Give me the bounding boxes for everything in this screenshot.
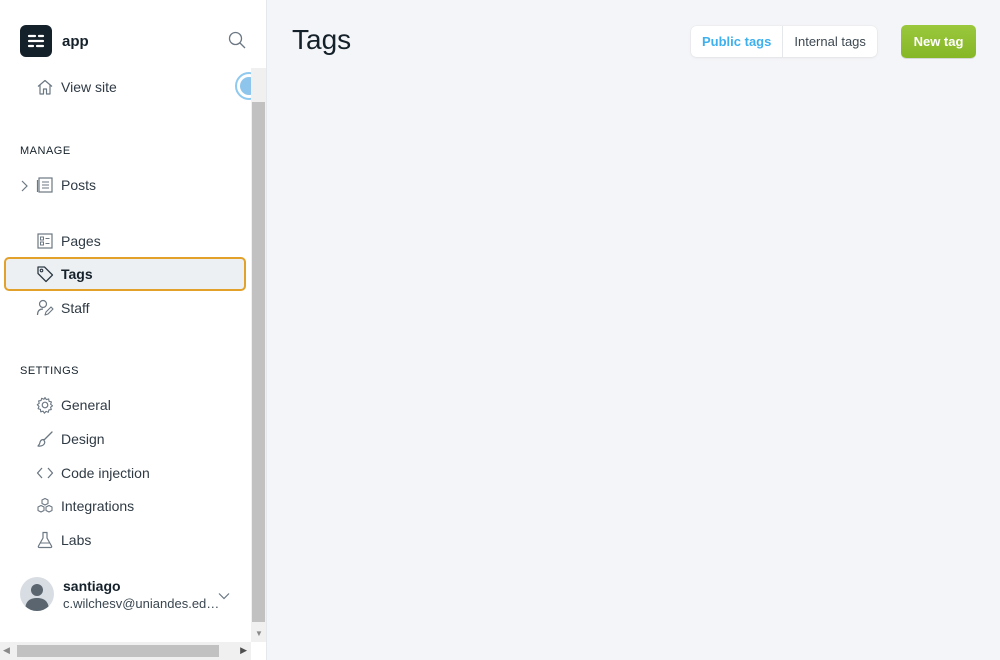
scroll-left-arrow-icon[interactable]: ◀	[3, 645, 10, 656]
chevron-down-icon[interactable]	[218, 587, 230, 605]
scrollbar-thumb[interactable]	[17, 645, 219, 657]
sidebar-item-label: Pages	[61, 233, 101, 249]
sidebar-item-code-injection[interactable]: Code injection	[4, 456, 246, 490]
brand[interactable]: app	[20, 25, 89, 57]
pages-icon	[36, 232, 54, 250]
tab-internal-tags[interactable]: Internal tags	[783, 26, 877, 57]
sidebar-item-label: Posts	[61, 177, 97, 193]
tag-icon	[36, 265, 54, 283]
search-icon[interactable]	[228, 31, 246, 54]
sidebar-item-label: Tags	[61, 266, 93, 282]
sidebar-item-integrations[interactable]: Integrations	[4, 489, 246, 523]
app-logo-icon	[20, 25, 52, 57]
section-manage: MANAGE	[20, 145, 71, 157]
tab-public-tags[interactable]: Public tags	[691, 26, 784, 57]
section-settings: SETTINGS	[20, 365, 80, 377]
scrollbar-thumb[interactable]	[252, 102, 265, 622]
brush-icon	[36, 430, 54, 448]
sidebar-item-label: Staff	[61, 300, 90, 316]
staff-icon	[36, 299, 54, 317]
user-email: c.wilchesv@uniandes.edu.co	[63, 596, 223, 611]
sidebar-item-posts[interactable]: Posts	[4, 168, 246, 202]
sidebar-item-label: Code injection	[61, 465, 150, 481]
new-tag-button[interactable]: New tag	[901, 25, 976, 58]
scroll-right-arrow-icon[interactable]: ▶	[240, 645, 247, 656]
posts-icon	[36, 176, 54, 194]
sidebar-vertical-scrollbar[interactable]: ▼	[251, 68, 266, 642]
user-name: santiago	[63, 578, 121, 594]
sidebar-item-label: View site	[61, 79, 117, 95]
chevron-right-icon[interactable]	[20, 179, 28, 195]
flask-icon	[36, 531, 54, 549]
avatar	[20, 577, 54, 611]
home-icon	[36, 78, 54, 96]
integrations-icon	[36, 497, 54, 515]
sidebar-item-tags[interactable]: Tags	[4, 257, 246, 291]
code-icon	[36, 464, 54, 482]
sidebar-item-view-site[interactable]: View site	[4, 70, 246, 104]
gear-icon	[36, 396, 54, 414]
tag-type-toggle: Public tags Internal tags	[691, 26, 877, 57]
sidebar-item-label: Integrations	[61, 498, 135, 514]
user-menu[interactable]: santiago c.wilchesv@uniandes.edu.co	[20, 575, 246, 615]
sidebar-item-pages[interactable]: Pages	[4, 224, 246, 258]
sidebar-horizontal-scrollbar[interactable]: ◀ ▶	[0, 642, 251, 660]
sidebar-item-general[interactable]: General	[4, 388, 246, 422]
sidebar-item-label: Design	[61, 431, 105, 447]
sidebar-item-label: General	[61, 397, 111, 413]
sidebar-item-label: Labs	[61, 532, 92, 548]
scroll-down-arrow-icon[interactable]: ▼	[255, 629, 263, 638]
sidebar-item-design[interactable]: Design	[4, 422, 246, 456]
brand-name: app	[62, 32, 89, 50]
sidebar: app View site MANAGE Posts Pages Tags St…	[0, 0, 267, 660]
page-title: Tags	[292, 24, 352, 55]
sidebar-item-staff[interactable]: Staff	[4, 291, 246, 325]
sidebar-item-labs[interactable]: Labs	[4, 523, 246, 557]
